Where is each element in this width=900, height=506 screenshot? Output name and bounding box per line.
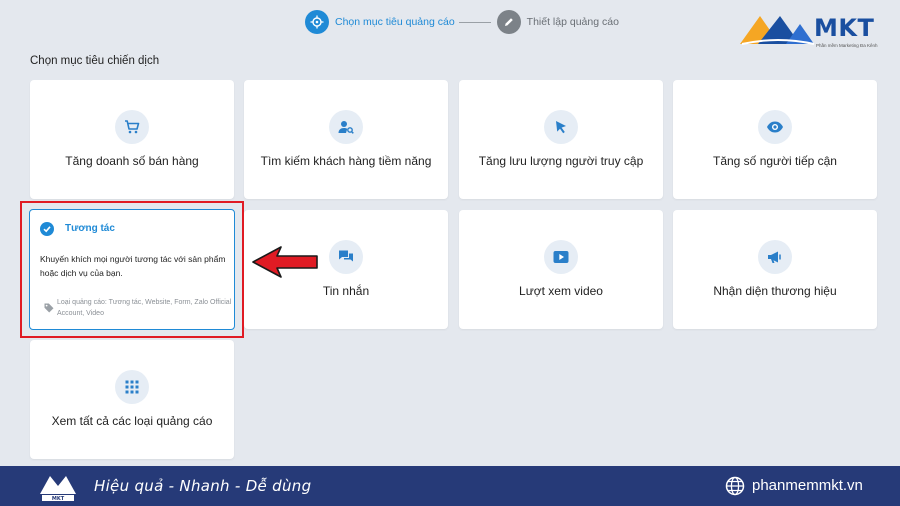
megaphone-icon: [758, 240, 792, 274]
step-connector: [458, 21, 491, 23]
globe-icon: [725, 476, 745, 496]
chat-icon: [329, 240, 363, 274]
step-label: Chọn mục tiêu quảng cáo: [335, 16, 455, 28]
objective-card-view-all[interactable]: Xem tất cả các loại quảng cáo: [30, 340, 234, 459]
objective-card-video-views[interactable]: Lượt xem video: [459, 210, 663, 329]
card-label: Nhận diện thương hiệu: [713, 284, 837, 298]
brand-logo-mark: [740, 16, 815, 45]
card-label: Tăng số người tiếp cận: [713, 154, 837, 168]
footer-logo: MKT: [40, 476, 76, 502]
card-label: Tìm kiếm khách hàng tiềm năng: [260, 154, 432, 168]
card-label: Xem tất cả các loại quảng cáo: [51, 414, 213, 428]
objective-card-sales[interactable]: Tăng doanh số bán hàng: [30, 80, 234, 199]
objective-card-leads[interactable]: Tìm kiếm khách hàng tiềm năng: [244, 80, 448, 199]
footer-banner: MKT Hiệu quả - Nhanh - Dễ dùng phanmemmk…: [0, 466, 900, 506]
grid-icon: [115, 370, 149, 404]
objective-card-brand-awareness[interactable]: Nhận diện thương hiệu: [673, 210, 877, 329]
svg-text:MKT: MKT: [52, 496, 65, 502]
card-label: Lượt xem video: [519, 284, 603, 298]
target-icon: [305, 10, 329, 34]
play-icon: [544, 240, 578, 274]
eye-icon: [758, 110, 792, 144]
brand-logo: MKT Phần mềm Marketing Đa Kênh: [738, 10, 888, 52]
cursor-icon: [544, 110, 578, 144]
step-label: Thiết lập quảng cáo: [526, 16, 619, 28]
card-label: Tin nhắn: [322, 284, 370, 298]
section-title: Chọn mục tiêu chiến dịch: [30, 55, 160, 67]
footer-website-link[interactable]: phanmemmkt.vn: [752, 477, 863, 494]
footer-tagline: Hiệu quả - Nhanh - Dễ dùng: [94, 477, 312, 495]
person-search-icon: [329, 110, 363, 144]
brand-name: MKT: [814, 14, 875, 42]
objective-card-traffic[interactable]: Tăng lưu lượng người truy cập: [459, 80, 663, 199]
pencil-icon: [496, 10, 521, 34]
stepper: Chọn mục tiêu quảng cáo Thiết lập quảng …: [305, 10, 619, 34]
step-choose-objective[interactable]: Chọn mục tiêu quảng cáo: [305, 10, 455, 34]
brand-tagline: Phần mềm Marketing Đa Kênh: [816, 43, 878, 48]
card-label: Tăng doanh số bán hàng: [65, 154, 199, 168]
annotation-highlight-box: [20, 201, 244, 338]
step-ad-setup[interactable]: Thiết lập quảng cáo: [496, 10, 619, 34]
objective-card-reach[interactable]: Tăng số người tiếp cận: [673, 80, 877, 199]
annotation-arrow-icon: [252, 246, 318, 278]
cart-icon: [115, 110, 149, 144]
card-label: Tăng lưu lượng người truy cập: [478, 154, 644, 168]
